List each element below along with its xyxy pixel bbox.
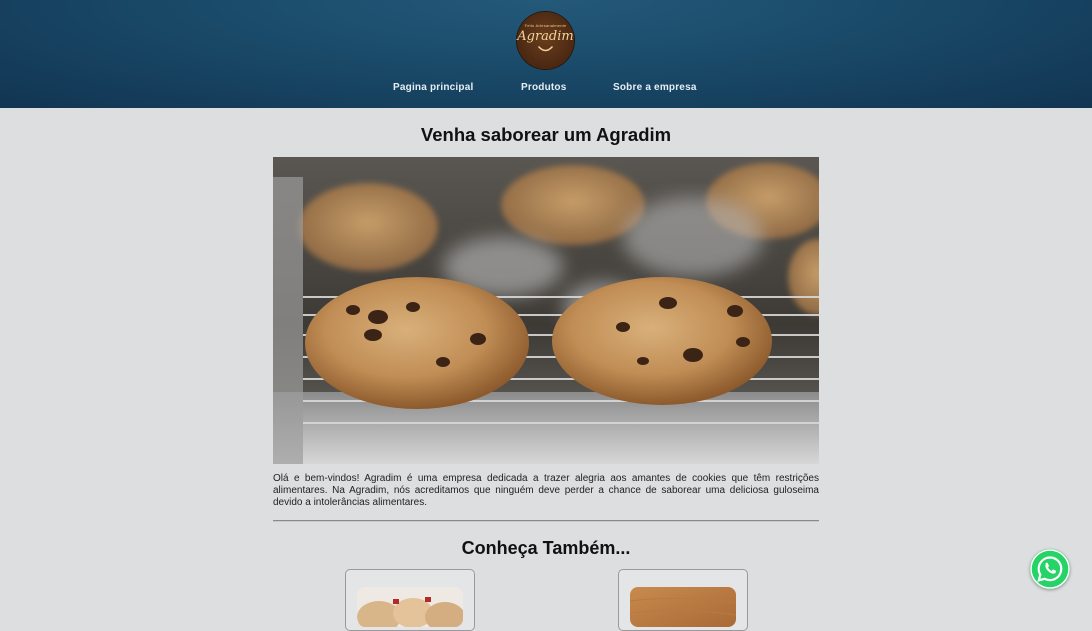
brand-logo[interactable]: Feito Artesanalmente Agradim bbox=[517, 12, 574, 69]
cookies-illustration bbox=[273, 157, 819, 464]
site-header: Feito Artesanalmente Agradim Pagina prin… bbox=[0, 0, 1092, 108]
whatsapp-icon bbox=[1030, 549, 1070, 589]
nav-link-products[interactable]: Produtos bbox=[521, 82, 567, 93]
card-image bbox=[630, 587, 736, 627]
nav-link-about[interactable]: Sobre a empresa bbox=[613, 82, 697, 93]
product-card[interactable] bbox=[618, 569, 748, 631]
whatsapp-button[interactable] bbox=[1030, 549, 1070, 589]
section-divider bbox=[273, 520, 819, 522]
card-image bbox=[357, 587, 463, 627]
product-card[interactable] bbox=[345, 569, 475, 631]
logo-brand-name: Agradim bbox=[517, 29, 574, 44]
nav-link-home[interactable]: Pagina principal bbox=[393, 82, 473, 93]
page-title: Venha saborear um Agradim bbox=[420, 124, 672, 145]
section-title: Conheça Também... bbox=[461, 538, 631, 558]
smile-icon bbox=[538, 46, 553, 52]
logo-tagline: Feito Artesanalmente bbox=[524, 23, 567, 28]
intro-paragraph: Olá e bem-vindos! Agradim é uma empresa … bbox=[273, 473, 819, 508]
hero-image bbox=[273, 157, 819, 464]
